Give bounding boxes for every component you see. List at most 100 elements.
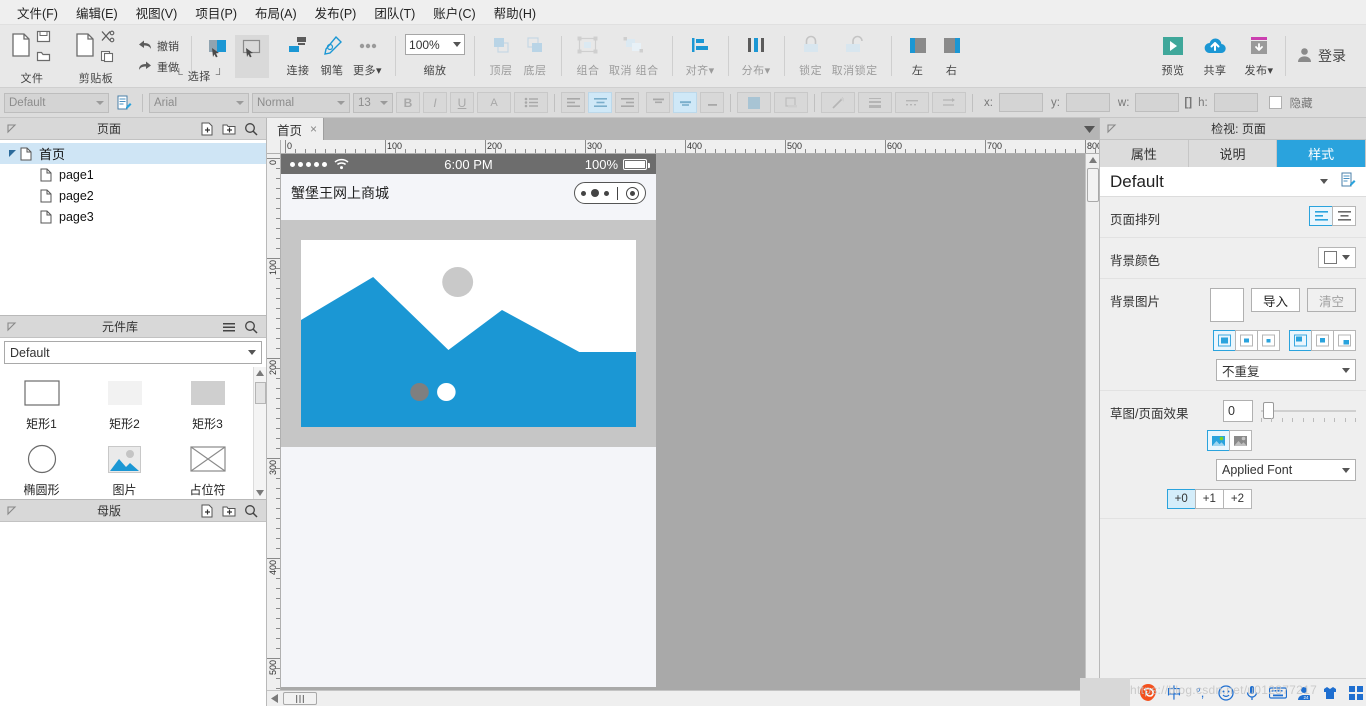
collapse-arrow-icon[interactable] [1104,121,1119,136]
collapse-arrow-icon[interactable] [4,121,19,136]
bg-pos-bottomright-button[interactable] [1333,330,1356,351]
menu-item-edit[interactable]: 编辑(E) [67,0,127,25]
import-image-button[interactable]: 导入 [1250,288,1300,312]
grayscale-effect-button[interactable] [1229,430,1252,451]
valign-middle-button[interactable] [673,92,697,113]
w-input[interactable] [1135,93,1180,112]
connect-tool-button[interactable]: 连接 [281,33,315,80]
line-color-button[interactable] [821,92,855,113]
zoom-select[interactable]: 100% [405,34,466,55]
library-select[interactable]: Default [4,341,262,364]
font-size-plus0-button[interactable]: +0 [1166,489,1196,509]
mic-icon[interactable] [1242,683,1262,703]
close-icon[interactable]: × [310,122,317,136]
italic-button[interactable]: I [423,92,447,113]
hidden-checkbox[interactable] [1268,96,1282,109]
tree-item-page2[interactable]: page2 [0,185,266,206]
applied-font-select[interactable]: Applied Font [1216,459,1356,481]
share-button[interactable]: 共享 [1194,33,1236,80]
menu-item-account[interactable]: 账户(C) [424,0,484,25]
library-item-ellipse[interactable]: 椭圆形 [0,439,83,499]
add-folder-icon[interactable] [221,503,236,518]
align-button[interactable]: 对齐▾ [682,33,719,80]
valign-bottom-button[interactable] [700,92,724,113]
search-icon[interactable] [243,503,258,518]
pagination-control[interactable] [574,182,646,204]
font-size-plus1-button[interactable]: +1 [1194,489,1224,509]
pen-tool-button[interactable]: 钢笔 [315,33,349,80]
group-button[interactable]: 组合 [571,33,605,80]
sketch-value-input[interactable]: 0 [1223,400,1253,422]
clipboard-button[interactable]: 剪贴板 [70,25,122,88]
align-right-button[interactable] [615,92,639,113]
add-page-icon[interactable] [199,121,214,136]
align-center-button[interactable] [588,92,612,113]
library-item-image[interactable]: 图片 [83,439,166,499]
library-item-placeholder[interactable]: 占位符 [166,439,249,499]
font-weight-select[interactable]: Normal [252,92,350,113]
bold-button[interactable]: B [396,92,420,113]
scrollbar-thumb[interactable] [283,692,317,705]
style-select[interactable]: Default [4,92,109,113]
menu-item-project[interactable]: 项目(P) [186,0,246,25]
login-button[interactable]: 登录 [1289,42,1354,70]
link-dimensions-icon[interactable]: [] [1184,97,1192,109]
collapse-arrow-icon[interactable] [4,503,19,518]
scroll-up-arrow-icon[interactable] [1086,154,1099,167]
scrollbar-thumb[interactable] [1086,168,1099,202]
tree-item-home[interactable]: 首页 [0,143,266,164]
color-effect-button[interactable] [1207,430,1230,451]
menu-item-team[interactable]: 团队(T) [365,0,424,25]
tab-notes[interactable]: 说明 [1188,140,1278,167]
select-tool-button[interactable]: - [235,34,269,78]
canvas-tab-home[interactable]: 首页 × [267,118,325,140]
ungroup-button[interactable]: 取消 组合 [605,33,663,80]
collapse-arrow-icon[interactable] [4,319,19,334]
scrollbar-thumb[interactable] [254,382,266,404]
shirt-icon[interactable] [1320,683,1340,703]
tree-item-page1[interactable]: page1 [0,164,266,185]
toggle-left-panel-button[interactable]: 左 [901,33,935,80]
tree-item-page3[interactable]: page3 [0,206,266,227]
design-canvas[interactable]: 6:00 PM 100% 蟹堡王网上商城 [281,154,1099,690]
fill-color-button[interactable] [737,92,771,113]
clear-image-button[interactable]: 清空 [1306,288,1356,312]
background-color-picker[interactable] [1318,247,1356,268]
menu-item-view[interactable]: 视图(V) [127,0,187,25]
punctuation-icon[interactable]: °, [1190,683,1210,703]
add-folder-icon[interactable] [221,121,236,136]
bring-to-front-button[interactable]: 顶层 [484,33,518,80]
y-input[interactable] [1065,93,1110,112]
background-image-preview[interactable] [1209,288,1244,322]
sketch-slider[interactable] [1261,400,1356,422]
menu-item-help[interactable]: 帮助(H) [485,0,545,25]
search-icon[interactable] [243,319,258,334]
horizontal-ruler[interactable]: 0100200300400500600700800 [281,140,1099,154]
sogou-logo-icon[interactable] [1138,683,1158,703]
edit-style-icon[interactable] [1340,172,1356,191]
menu-item-file[interactable]: 文件(F) [8,0,67,25]
keyboard-icon[interactable] [1268,683,1288,703]
font-size-plus2-button[interactable]: +2 [1222,489,1252,509]
bg-pos-center-button[interactable] [1311,330,1334,351]
expand-triangle-icon[interactable] [6,149,18,158]
canvas-vertical-scrollbar[interactable] [1085,154,1099,690]
menu-item-layout[interactable]: 布局(A) [246,0,306,25]
unlock-button[interactable]: 取消锁定 [828,33,882,80]
h-input[interactable] [1213,93,1258,112]
x-input[interactable] [998,93,1043,112]
chevron-down-icon[interactable] [1320,179,1328,184]
library-item-rect1[interactable]: 矩形1 [0,373,83,439]
align-left-button[interactable] [561,92,585,113]
image-widget-frame[interactable] [281,220,656,447]
text-color-button[interactable]: A [477,92,511,113]
font-family-select[interactable]: Arial [149,92,249,113]
slider-thumb[interactable] [1263,402,1274,419]
chinese-mode-icon[interactable]: 中 [1164,683,1184,703]
tab-properties[interactable]: 属性 [1100,140,1189,167]
undo-button[interactable]: 撤销 [134,35,182,56]
tab-style[interactable]: 样式 [1277,140,1366,167]
line-width-button[interactable] [858,92,892,113]
underline-button[interactable]: U [450,92,474,113]
library-scrollbar[interactable] [253,367,266,499]
